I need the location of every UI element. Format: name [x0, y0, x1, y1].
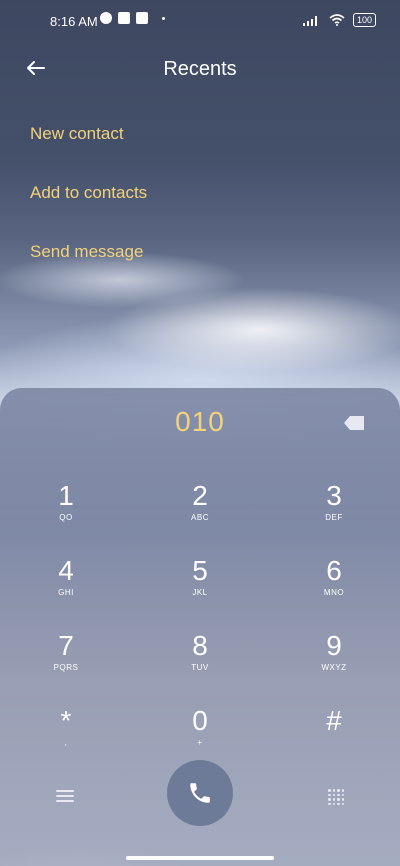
key-9[interactable]: 9 WXYZ: [294, 630, 374, 690]
key-letters: WXYZ: [321, 663, 347, 672]
key-letters: TUV: [191, 663, 209, 672]
key-letters: ,: [64, 738, 68, 747]
status-time: 8:16 AM: [50, 14, 98, 29]
key-letters: ABC: [191, 513, 209, 522]
home-indicator: [126, 856, 274, 860]
key-3[interactable]: 3 DEF: [294, 480, 374, 540]
key-6[interactable]: 6 MNO: [294, 555, 374, 615]
key-letters: MNO: [323, 588, 345, 597]
dialed-number: 010: [175, 406, 225, 437]
status-bar: 8:16 AM 100: [0, 0, 400, 44]
key-number: 9: [326, 630, 342, 661]
key-8[interactable]: 8 TUV: [160, 630, 240, 690]
key-number: 7: [58, 630, 74, 661]
keypad-toggle-icon[interactable]: [328, 789, 344, 805]
key-letters: JKL: [192, 588, 208, 597]
key-1[interactable]: 1 QO: [26, 480, 106, 540]
notification-icon: [118, 12, 130, 24]
key-letters: PQRS: [53, 663, 79, 672]
battery-indicator: 100: [352, 13, 376, 27]
key-number: 0: [192, 705, 208, 736]
signal-icon: [302, 16, 317, 26]
send-message-link[interactable]: Send message: [30, 242, 143, 262]
key-7[interactable]: 7 PQRS: [26, 630, 106, 690]
wifi-icon: [329, 14, 345, 26]
key-number: 6: [326, 555, 342, 586]
key-letters: QO: [59, 513, 73, 522]
menu-icon[interactable]: [56, 790, 74, 802]
key-star[interactable]: * ,: [26, 705, 106, 765]
status-notification-icons: [100, 12, 165, 24]
key-letters: GHI: [58, 588, 74, 597]
dialpad-panel: 010 1 QO 2 ABC 3 DEF 4 GHI 5 JKL 6 MNO 7…: [0, 388, 400, 866]
key-number: 1: [58, 480, 74, 511]
key-4[interactable]: 4 GHI: [26, 555, 106, 615]
top-bar: Recents: [0, 44, 400, 92]
key-hash[interactable]: #: [294, 705, 374, 765]
phone-icon: [190, 783, 210, 803]
upload-notification-icon: [136, 12, 148, 24]
more-notifications-icon: [162, 16, 165, 20]
key-number: 8: [192, 630, 208, 661]
key-number: 4: [58, 555, 74, 586]
key-2[interactable]: 2 ABC: [160, 480, 240, 540]
key-number: 5: [192, 555, 208, 586]
key-number: 2: [192, 480, 208, 511]
key-letters: +: [197, 738, 203, 747]
key-0[interactable]: 0 +: [160, 705, 240, 765]
key-5[interactable]: 5 JKL: [160, 555, 240, 615]
key-letters: DEF: [325, 513, 343, 522]
call-button[interactable]: [167, 760, 233, 826]
dialpad-bottom-row: [0, 760, 400, 830]
key-number: 3: [326, 480, 342, 511]
page-title: Recents: [163, 58, 237, 80]
key-number: *: [60, 705, 72, 736]
add-to-contacts-link[interactable]: Add to contacts: [30, 183, 147, 203]
key-number: #: [326, 705, 342, 736]
status-system-icons: 100: [302, 13, 376, 27]
new-contact-link[interactable]: New contact: [30, 124, 124, 144]
notification-icon: [100, 12, 112, 24]
